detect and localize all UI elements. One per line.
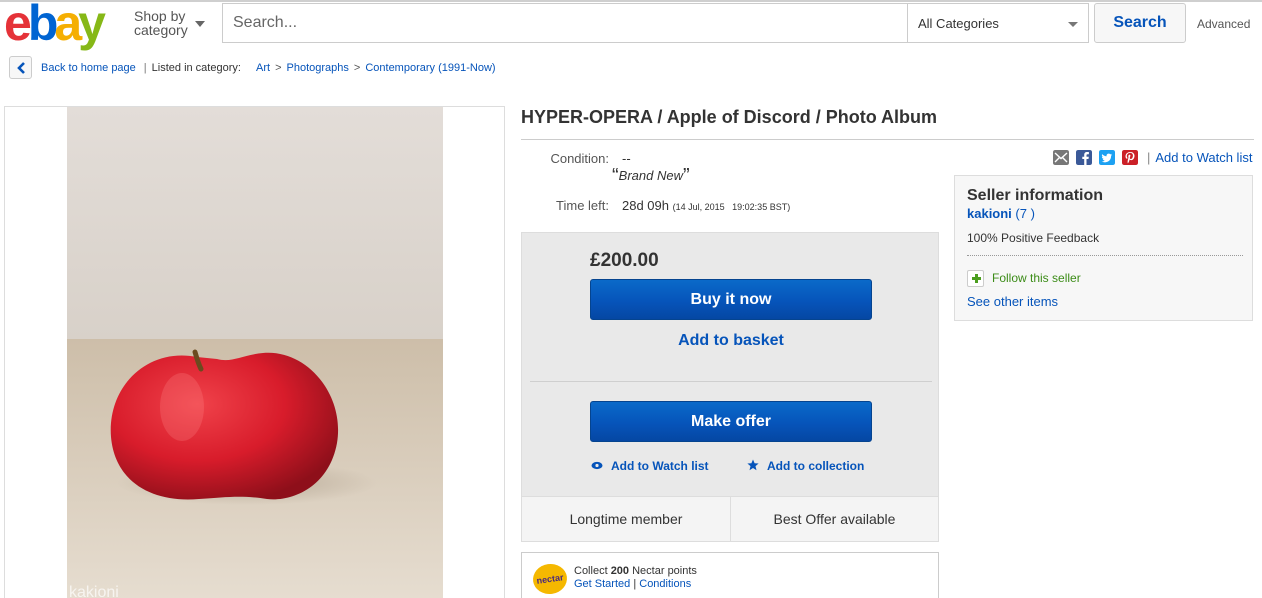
add-to-watch-list-top-link[interactable]: Add to Watch list: [1155, 150, 1252, 165]
shop-by-category[interactable]: Shop by category: [134, 9, 188, 37]
item-image-panel: kakioni: [4, 106, 505, 598]
photo-watermark: kakioni: [69, 584, 119, 598]
add-to-watch-list-link[interactable]: Add to Watch list: [611, 459, 709, 473]
item-price: £200.00: [590, 250, 659, 271]
feedback-score-link[interactable]: (7 ): [1015, 206, 1035, 221]
condition-value: --: [622, 151, 631, 166]
back-button[interactable]: [9, 56, 32, 79]
logo-letter: a: [54, 0, 82, 51]
positive-feedback: 100% Positive Feedback: [967, 231, 1100, 245]
search-input[interactable]: [223, 4, 907, 42]
category-select-value: All Categories: [918, 16, 999, 31]
plus-icon[interactable]: [967, 270, 984, 287]
logo-letter: y: [78, 0, 106, 51]
breadcrumb-photographs[interactable]: Photographs: [287, 62, 349, 74]
condition-label: Condition:: [550, 151, 609, 166]
seller-name-link[interactable]: kakioni: [967, 206, 1012, 221]
follow-seller-link[interactable]: Follow this seller: [992, 271, 1081, 285]
nectar-points: 200: [610, 565, 630, 577]
listed-in-label: Listed in category:: [151, 62, 241, 74]
item-photo[interactable]: kakioni: [67, 107, 443, 598]
buy-box-footer: Longtime member Best Offer available: [522, 496, 938, 542]
add-to-collection-link[interactable]: Add to collection: [767, 459, 864, 473]
twitter-icon[interactable]: [1099, 150, 1115, 165]
get-started-link[interactable]: Get Started: [574, 578, 630, 590]
seller-name-row: kakioni (7 ): [967, 206, 1035, 221]
add-to-basket-button[interactable]: Add to basket: [590, 332, 872, 350]
logo-letter: b: [27, 0, 58, 51]
watch-list-top: | Add to Watch list: [1147, 150, 1253, 165]
conditions-link[interactable]: Conditions: [639, 578, 691, 590]
time-left-value: 28d 09h (14 Jul, 2015 19:02:35 BST): [622, 198, 791, 213]
see-other-items-link[interactable]: See other items: [967, 294, 1058, 309]
chevron-left-icon: [17, 62, 25, 74]
back-home-link[interactable]: Back to home page: [41, 62, 136, 74]
divider: [967, 255, 1243, 256]
breadcrumb-contemporary[interactable]: Contemporary (1991-Now): [365, 62, 495, 74]
search-button[interactable]: Search: [1094, 3, 1186, 43]
shop-by-line2: category: [134, 22, 188, 38]
email-icon[interactable]: [1053, 150, 1069, 165]
advanced-search-link[interactable]: Advanced: [1197, 17, 1250, 31]
top-border: [0, 0, 1262, 2]
chevron-down-icon[interactable]: [195, 21, 205, 27]
make-offer-button[interactable]: Make offer: [590, 401, 872, 442]
time-left-label: Time left:: [556, 198, 609, 213]
search-box[interactable]: [222, 3, 908, 43]
seller-info-heading: Seller information: [967, 187, 1104, 204]
longtime-member-badge: Longtime member: [569, 511, 683, 527]
eye-icon: [591, 461, 603, 470]
category-select[interactable]: All Categories: [907, 3, 1089, 43]
buy-it-now-button[interactable]: Buy it now: [590, 279, 872, 320]
condition-description: “Brand New”: [612, 165, 690, 187]
nectar-text: Collect 200 Nectar points Get Started | …: [574, 565, 697, 590]
best-offer-badge: Best Offer available: [773, 511, 896, 527]
breadcrumb: Back to home page | Listed in category: Ar…: [41, 62, 496, 74]
nectar-logo: nectar: [531, 561, 569, 597]
item-title: HYPER-OPERA / Apple of Discord / Photo A…: [521, 107, 938, 127]
star-icon: [747, 459, 759, 471]
facebook-icon[interactable]: [1076, 150, 1092, 165]
time-left-end: (14 Jul, 2015 19:02:35 BST): [672, 202, 791, 212]
chevron-down-icon: [1068, 22, 1078, 27]
buy-box: £200.00 Buy it now Add to basket Make of…: [521, 232, 939, 542]
divider: [521, 139, 1254, 140]
logo-letter: e: [4, 0, 32, 51]
nectar-panel: nectar Collect 200 Nectar points Get Sta…: [521, 552, 939, 598]
divider: [530, 381, 932, 382]
shop-by-line1: Shop by: [134, 8, 186, 24]
seller-info-panel: Seller information kakioni (7 ) 100% Pos…: [954, 175, 1253, 321]
breadcrumb-art[interactable]: Art: [256, 62, 270, 74]
ebay-logo[interactable]: ebay: [4, 0, 106, 51]
pinterest-icon[interactable]: [1122, 150, 1138, 165]
